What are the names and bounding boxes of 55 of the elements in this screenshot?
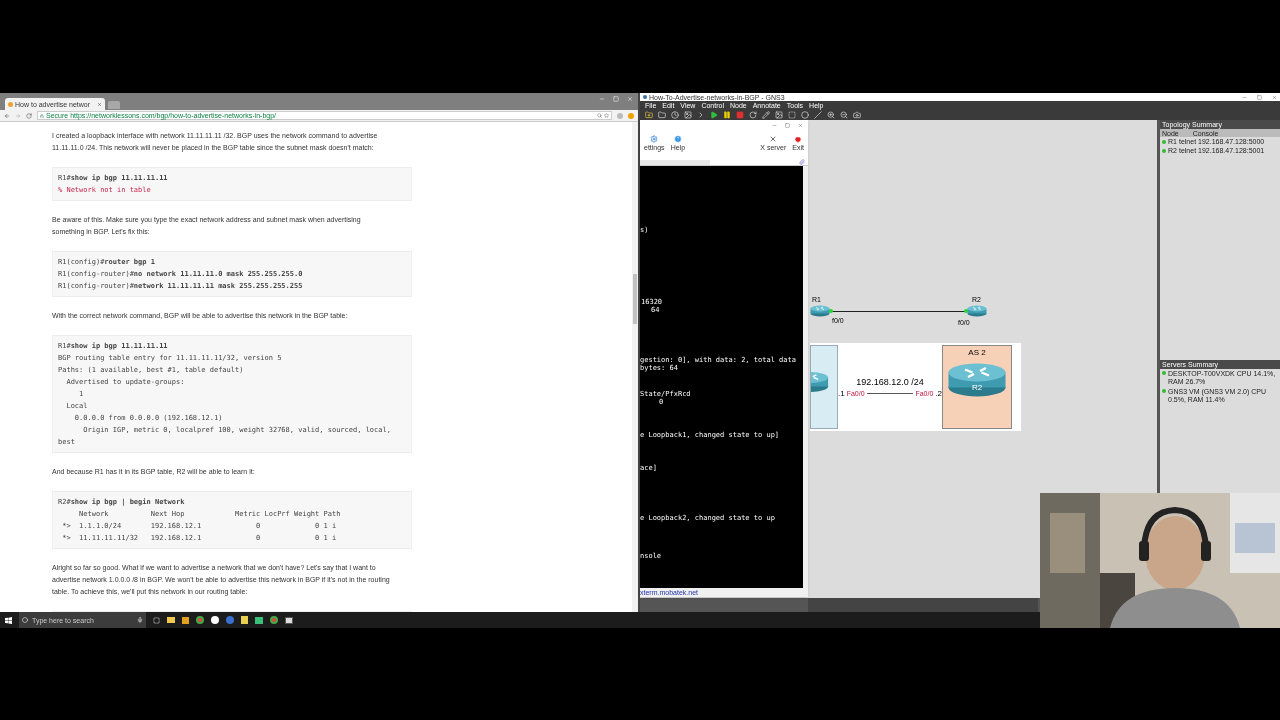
maximize-icon[interactable]	[1257, 94, 1262, 100]
ellipse-icon[interactable]	[801, 111, 809, 119]
camera-icon[interactable]	[853, 111, 861, 119]
pencil-icon[interactable]	[762, 111, 770, 119]
play-icon[interactable]	[710, 111, 718, 119]
console-icon[interactable]	[697, 111, 705, 119]
router-icon	[947, 362, 1007, 398]
line-icon[interactable]	[814, 111, 822, 119]
search-icon[interactable]	[597, 113, 602, 118]
host-label: .1	[838, 389, 845, 398]
windows-icon[interactable]	[5, 616, 12, 624]
close-icon[interactable]	[1272, 94, 1277, 100]
clock-icon[interactable]	[671, 111, 679, 119]
host-label: .2	[935, 389, 942, 398]
new-project-icon[interactable]	[645, 111, 653, 119]
site-icon	[8, 101, 13, 107]
scrollbar[interactable]	[632, 122, 638, 612]
stop-icon[interactable]	[736, 111, 744, 119]
browser-icon[interactable]	[196, 616, 204, 624]
help-icon	[673, 135, 682, 143]
microphone-icon[interactable]	[137, 617, 143, 623]
power-icon	[794, 135, 803, 143]
zoom-out-icon[interactable]	[840, 111, 848, 119]
close-icon[interactable]	[798, 122, 803, 128]
monitor-icon[interactable]	[285, 616, 293, 624]
image-icon[interactable]	[775, 111, 783, 119]
router-icon	[810, 305, 830, 317]
as-label: AS 2	[968, 347, 986, 359]
pause-icon[interactable]	[723, 111, 731, 119]
app-icon	[643, 95, 647, 99]
lock-icon	[40, 113, 44, 118]
router-label: R2	[971, 382, 983, 394]
subnet-label: 192.168.12.0 /24	[856, 376, 924, 390]
scrollbar-thumb[interactable]	[633, 274, 637, 324]
app-icon[interactable]	[182, 616, 189, 624]
task-view-icon[interactable]	[153, 616, 160, 624]
image-icon[interactable]	[684, 111, 692, 119]
maximize-icon[interactable]	[785, 122, 790, 128]
zoom-in-icon[interactable]	[827, 111, 835, 119]
reload-icon[interactable]	[26, 112, 32, 119]
link-line	[866, 393, 914, 395]
close-icon[interactable]	[97, 101, 102, 107]
settings-icon	[650, 135, 659, 143]
router-icon	[967, 305, 987, 317]
rectangle-icon[interactable]	[788, 111, 796, 119]
terminal-icon[interactable]	[255, 616, 263, 624]
folder-icon[interactable]	[658, 111, 666, 119]
paperclip-icon[interactable]	[799, 159, 805, 165]
back-icon[interactable]	[4, 112, 10, 119]
browser-icon[interactable]	[270, 616, 278, 624]
scrollbar[interactable]	[803, 166, 808, 588]
x-icon	[769, 135, 778, 143]
star-icon[interactable]	[604, 113, 609, 118]
alert-icon[interactable]	[628, 112, 634, 119]
search-icon	[22, 617, 28, 623]
